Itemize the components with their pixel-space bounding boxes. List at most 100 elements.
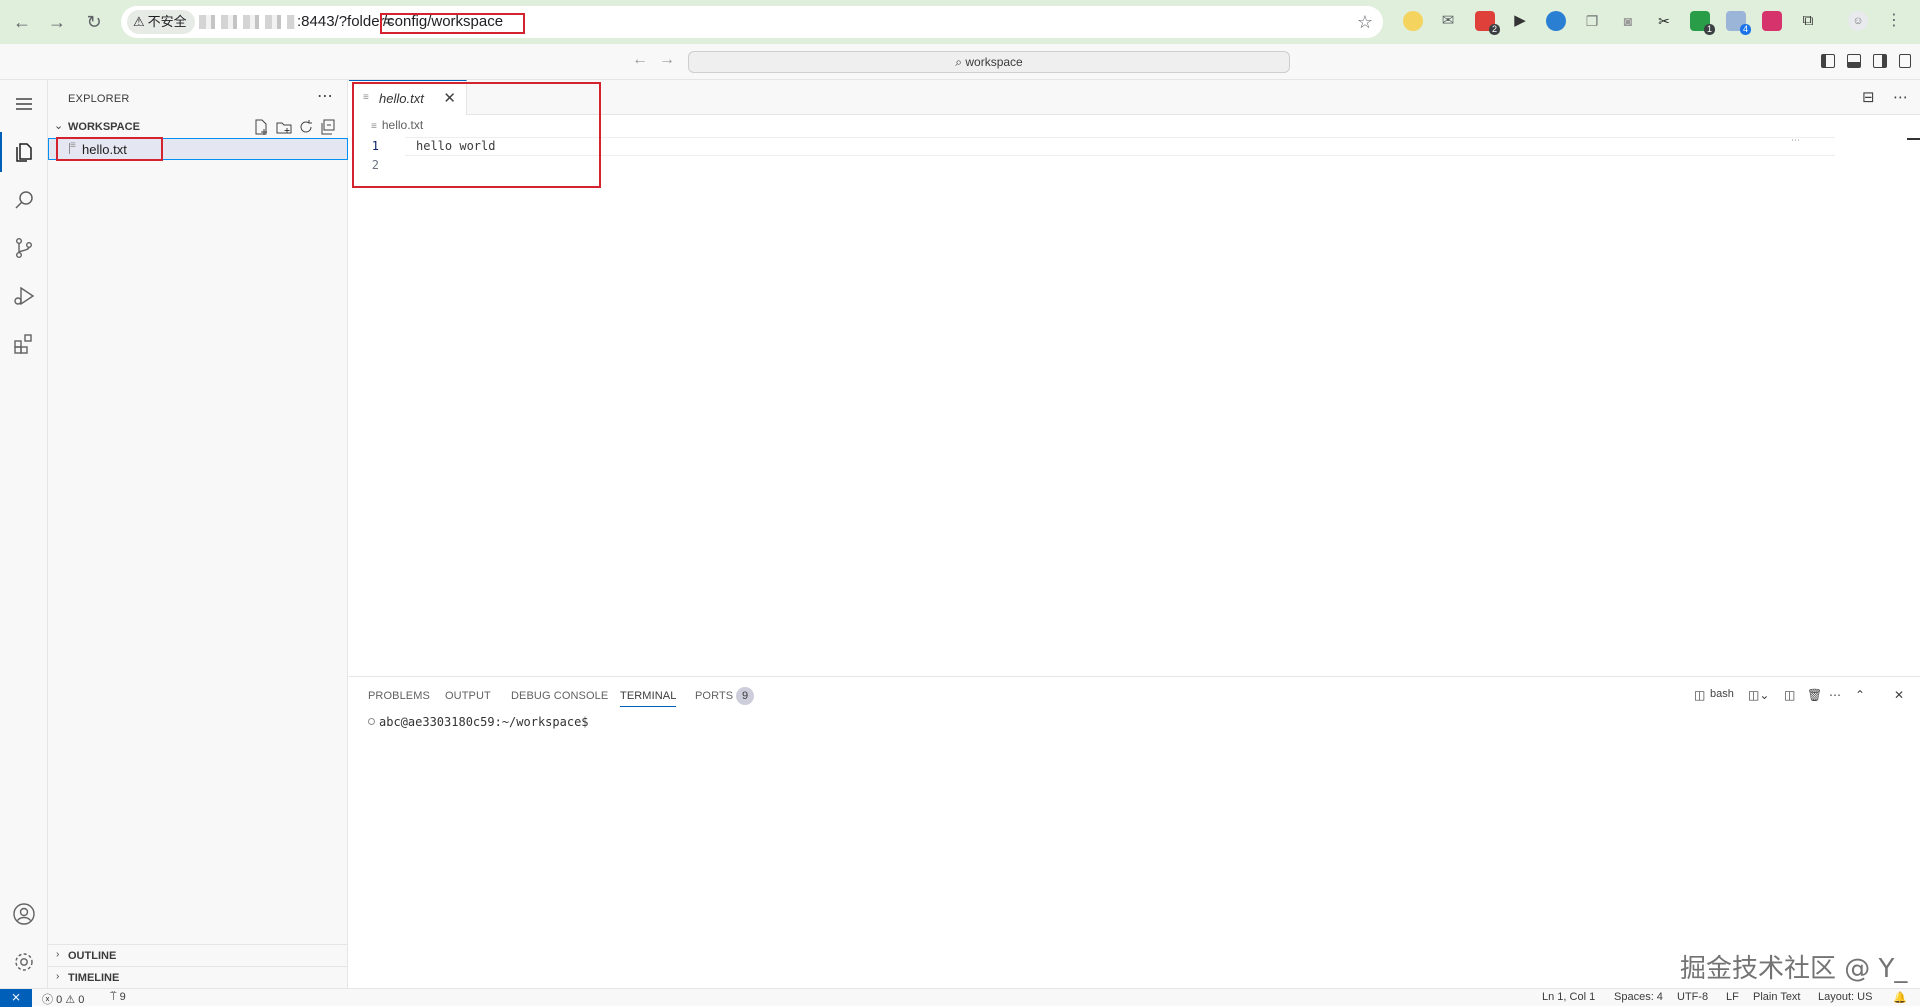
toggle-panel-icon[interactable] (1847, 54, 1861, 68)
remote-indicator-icon[interactable]: ⨯ (0, 989, 32, 1007)
extension-badge: 4 (1739, 24, 1751, 35)
timeline-label: TIMELINE (68, 972, 120, 984)
close-panel-icon[interactable]: ✕ (1894, 688, 1904, 702)
play-icon[interactable]: ▶ (1510, 11, 1530, 31)
more-actions-icon[interactable]: ⋯ (317, 86, 333, 106)
warning-icon: ⚠ (133, 14, 145, 29)
run-debug-view-button[interactable] (0, 272, 48, 320)
minimap[interactable]: ⋯ (1791, 135, 1800, 146)
shell-label[interactable]: bash (1710, 688, 1734, 700)
go-forward-icon[interactable]: → (659, 51, 675, 69)
scissors-icon[interactable]: ✂ (1654, 11, 1674, 31)
toggle-secondary-sidebar-icon[interactable] (1873, 54, 1887, 68)
more-actions-icon[interactable]: ⋯ (1829, 688, 1841, 702)
new-folder-icon[interactable] (276, 119, 292, 135)
hamburger-menu-icon (16, 98, 32, 110)
go-back-icon[interactable]: ← (632, 51, 648, 69)
tab-output[interactable]: OUTPUT (445, 690, 491, 702)
workspace-label: WORKSPACE (68, 121, 140, 133)
tab-terminal[interactable]: TERMINAL (620, 690, 677, 707)
new-file-icon[interactable] (253, 119, 269, 135)
chevron-down-icon: ⌄ (54, 120, 64, 132)
mail-icon[interactable]: ✉ (1438, 11, 1458, 31)
error-icon: ⓧ (42, 994, 53, 1006)
address-bar[interactable]: ⚠ 不安全 :8443/?folder= /config/workspace ☆ (121, 6, 1383, 38)
back-arrow-icon[interactable]: ← (10, 10, 34, 34)
extension-icon[interactable]: 2 (1475, 11, 1500, 35)
command-center-label: workspace (965, 55, 1023, 69)
new-terminal-dropdown-icon[interactable]: ◫⌄ (1748, 688, 1769, 702)
bottom-panel: PROBLEMS OUTPUT DEBUG CONSOLE TERMINAL P… (349, 676, 1920, 988)
editor-highlight-box (352, 82, 601, 188)
customize-layout-icon[interactable] (1899, 54, 1911, 68)
copy-icon[interactable]: ❐ (1582, 11, 1602, 31)
tab-problems[interactable]: PROBLEMS (368, 690, 430, 702)
security-label: 不安全 (147, 14, 187, 29)
refresh-icon[interactable] (298, 119, 314, 135)
source-control-icon (15, 238, 32, 259)
browser-toolbar: ← → ↻ ⚠ 不安全 :8443/?folder= /config/worksp… (0, 0, 1920, 44)
status-bar: ⨯ ⓧ 0 ⚠ 0 ⍡ 9 Ln 1, Col 1 Spaces: 4 UTF-… (0, 988, 1920, 1007)
extension-icon[interactable] (1403, 11, 1423, 31)
current-line-highlight (405, 137, 1835, 156)
camera-icon[interactable]: ◙ (1618, 11, 1638, 31)
profile-avatar-icon[interactable]: ☺ (1848, 11, 1868, 31)
ports-status[interactable]: ⍡ 9 (110, 991, 126, 1004)
keyboard-layout[interactable]: Layout: US (1818, 991, 1872, 1003)
outline-section[interactable]: › OUTLINE (48, 944, 348, 966)
forward-arrow-icon[interactable]: → (45, 10, 69, 34)
encoding[interactable]: UTF-8 (1677, 991, 1708, 1003)
problems-status[interactable]: ⓧ 0 ⚠ 0 (42, 991, 84, 1007)
workspace-section-header[interactable]: ⌄ WORKSPACE (48, 116, 348, 138)
ports-count-badge: 9 (736, 687, 754, 705)
accounts-button[interactable] (0, 890, 48, 938)
maximize-panel-icon[interactable]: ⌃ (1855, 688, 1865, 702)
security-indicator[interactable]: ⚠ 不安全 (127, 10, 195, 34)
source-control-view-button[interactable] (0, 224, 48, 272)
explorer-view-button[interactable] (0, 128, 48, 176)
extension-badge: 1 (1703, 24, 1715, 35)
chevron-right-icon: › (56, 971, 60, 982)
files-icon (16, 143, 32, 162)
extension-icon[interactable] (1762, 11, 1782, 31)
terminal-icon: ◫ (1694, 688, 1706, 702)
split-editor-icon[interactable]: ⊟ (1862, 88, 1875, 106)
run-debug-icon (14, 286, 35, 306)
explorer-sidebar: EXPLORER ⋯ ⌄ WORKSPACE hello.txt › OUTLI… (48, 80, 348, 988)
chevron-right-icon: › (56, 949, 60, 960)
extensions-icon (14, 334, 32, 354)
extensions-view-button[interactable] (0, 320, 48, 368)
timeline-section[interactable]: › TIMELINE (48, 966, 348, 988)
extension-icon[interactable]: 1 (1690, 11, 1715, 35)
extension-icon[interactable] (1546, 11, 1566, 31)
extension-badge: 2 (1488, 24, 1500, 35)
end-of-line[interactable]: LF (1726, 991, 1739, 1003)
cursor-position[interactable]: Ln 1, Col 1 (1542, 991, 1595, 1003)
error-count: 0 (56, 994, 63, 1006)
tab-debug-console[interactable]: DEBUG CONSOLE (511, 690, 608, 702)
gear-icon (15, 953, 33, 971)
reload-icon[interactable]: ↻ (82, 10, 106, 34)
file-highlight-box (56, 137, 163, 161)
more-actions-icon[interactable]: ⋯ (1893, 88, 1908, 106)
vscode-titlebar: ← → ⌕ workspace (0, 44, 1920, 80)
puzzle-extensions-icon[interactable]: ⧉ (1798, 11, 1818, 31)
browser-menu-icon[interactable]: ⋮ (1884, 11, 1904, 31)
collapse-all-icon[interactable] (320, 119, 336, 135)
bell-icon[interactable]: 🔔 (1893, 991, 1907, 1004)
command-center[interactable]: ⌕ workspace (688, 51, 1290, 73)
tab-ports[interactable]: PORTS (695, 690, 733, 702)
command-decoration-icon (368, 718, 375, 725)
indentation[interactable]: Spaces: 4 (1614, 991, 1663, 1003)
manage-button[interactable] (0, 938, 48, 986)
terminal-prompt-line[interactable]: abc@ae3303180c59:~/workspace$ (368, 715, 589, 729)
toggle-primary-sidebar-icon[interactable] (1821, 54, 1835, 68)
language-mode[interactable]: Plain Text (1753, 991, 1801, 1003)
trash-icon[interactable]: 🗑 (1807, 688, 1822, 702)
menu-button[interactable] (0, 80, 48, 128)
bookmark-star-icon[interactable]: ☆ (1357, 9, 1373, 35)
outline-label: OUTLINE (68, 950, 117, 962)
search-view-button[interactable] (0, 176, 48, 224)
extension-icon[interactable]: 4 (1726, 11, 1751, 35)
split-terminal-icon[interactable]: ◫ (1784, 688, 1795, 702)
